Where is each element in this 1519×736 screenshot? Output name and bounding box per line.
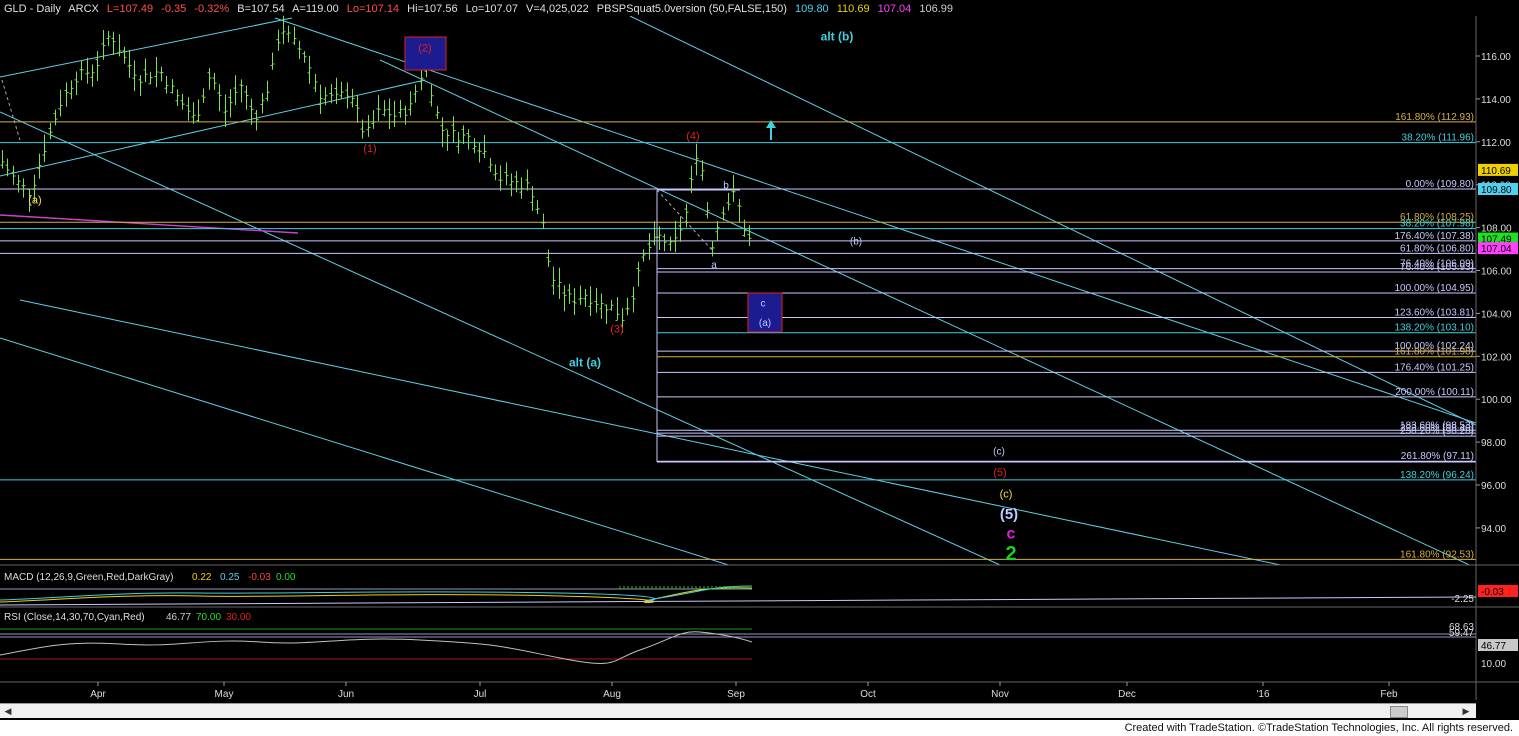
- x-tick-label: '16: [1256, 689, 1269, 700]
- wave-label: (b): [850, 236, 862, 247]
- rsi-right-label: 59.47: [1449, 628, 1474, 639]
- footer-text: Created with TradeStation. ©TradeStation…: [1124, 722, 1513, 734]
- x-tick-label: Oct: [860, 689, 876, 700]
- wave-label: (5): [1000, 506, 1018, 523]
- y-tick-label: 102.00: [1481, 352, 1512, 363]
- change-pct: -0.32%: [194, 3, 230, 15]
- fib-label: 138.20% (103.10): [1394, 323, 1474, 334]
- wave-label: c: [761, 299, 766, 310]
- fib-label: 161.80% (112.93): [1395, 112, 1474, 123]
- footer: Created with TradeStation. ©TradeStation…: [0, 720, 1519, 736]
- low-price: Lo=107.14: [346, 3, 400, 15]
- rsi-value: 46.77: [166, 612, 191, 623]
- rsi-right-label: 10.00: [1481, 659, 1506, 670]
- wave-label: a: [711, 260, 717, 271]
- rsi-value: 70.00: [196, 612, 221, 623]
- x-tick-label: Apr: [90, 689, 106, 700]
- x-tick-label: May: [215, 689, 234, 700]
- rsi-label: RSI (Close,14,30,70,Cyan,Red): [4, 612, 145, 623]
- y-tick-label: 98.00: [1481, 438, 1506, 449]
- wave-label: c: [1007, 525, 1016, 542]
- macd-value: 0.22: [192, 572, 212, 583]
- scroll-right-arrow-icon[interactable]: ▶: [1460, 705, 1472, 717]
- change-value: -0.35: [161, 3, 187, 15]
- y-tick-label: 116.00: [1481, 52, 1511, 63]
- wave-label: (a): [28, 195, 41, 207]
- high-price: Hi=107.56: [407, 3, 458, 15]
- x-tick-label: Dec: [1118, 689, 1136, 700]
- x-tick-label: Nov: [991, 689, 1009, 700]
- fib-label: 100.00% (104.95): [1394, 283, 1474, 294]
- scroll-left-arrow-icon[interactable]: ◀: [2, 705, 14, 717]
- macd-tag-label: -0.03: [1481, 587, 1504, 598]
- x-tick-label: Sep: [727, 689, 745, 700]
- fib-label: 161.80% (101.98): [1394, 347, 1474, 358]
- wave-label: (5): [993, 467, 1006, 479]
- chart-header: GLD - Daily ARCX L=107.49 -0.35 -0.32% B…: [4, 3, 958, 15]
- y-tick-label: 112.00: [1481, 138, 1511, 149]
- fib-label: 138.20% (96.24): [1400, 470, 1474, 481]
- wave-label: (2): [418, 42, 431, 54]
- wave-label: (4): [686, 130, 699, 142]
- y-tick-label: 106.00: [1481, 267, 1512, 278]
- price-chart[interactable]: 161.80% (112.93) 38.20% (111.96) 0.00% (10…: [0, 0, 1519, 736]
- fib-label: 61.80% (106.80): [1400, 243, 1474, 254]
- wave-label: (3): [610, 323, 623, 335]
- wave-label: 2: [1005, 543, 1016, 565]
- macd-right-label: -2.25: [1451, 594, 1474, 605]
- exchange-label: ARCX: [68, 3, 99, 15]
- macd-value: 0.00: [276, 572, 296, 583]
- price-tag-label: 110.69: [1481, 166, 1511, 177]
- study-label: PBSPSquat5.0version (50,FALSE,150): [596, 3, 787, 15]
- ask-price: A=119.00: [292, 3, 339, 15]
- wave-label: (1): [363, 143, 376, 155]
- horizontal-scrollbar[interactable]: ◀ ▶: [0, 703, 1476, 718]
- wave-label: b: [723, 181, 729, 192]
- fib-label: 200.00% (100.11): [1395, 387, 1474, 398]
- x-tick-label: Jun: [338, 689, 354, 700]
- bid-price: B=107.54: [237, 3, 285, 15]
- fib-label: 176.40% (107.38): [1394, 231, 1474, 242]
- symbol-label: GLD - Daily: [4, 3, 61, 15]
- study-value-4: 106.99: [919, 3, 954, 15]
- price-tag-label: 107.04: [1481, 244, 1512, 255]
- price-tag-label: 109.80: [1481, 185, 1512, 196]
- fib-label: 76.40% (105.93): [1400, 262, 1474, 273]
- fib-label: 123.60% (103.81): [1394, 307, 1474, 318]
- low2-price: Lo=107.07: [465, 3, 518, 15]
- y-tick-label: 96.00: [1481, 481, 1506, 492]
- wave-label: (c): [1000, 489, 1013, 501]
- macd-value: 0.25: [220, 572, 240, 583]
- fib-label: 38.20% (107.98): [1400, 219, 1474, 230]
- wave-label: alt (b): [821, 30, 854, 44]
- study-value-3: 107.04: [877, 3, 912, 15]
- fib-label: 238.20% (98.28): [1400, 426, 1474, 437]
- last-price: L=107.49: [106, 3, 154, 15]
- study-value-2: 110.69: [836, 3, 870, 15]
- wave-label: alt (a): [569, 356, 601, 370]
- macd-label: MACD (12,26,9,Green,Red,DarkGray): [4, 572, 174, 583]
- study-value-1: 109.80: [795, 3, 829, 15]
- y-tick-label: 94.00: [1481, 524, 1506, 535]
- wave-label: (a): [759, 318, 771, 329]
- rsi-value: 30.00: [226, 612, 251, 623]
- volume-label: V=4,025,022: [526, 3, 589, 15]
- fib-label: 176.40% (101.25): [1394, 362, 1474, 373]
- rsi-tag-label: 46.77: [1481, 641, 1506, 652]
- fib-label: 261.80% (97.11): [1401, 451, 1474, 462]
- scroll-thumb[interactable]: [1390, 706, 1408, 718]
- fib-label: 38.20% (111.96): [1402, 133, 1474, 144]
- y-tick-label: 100.00: [1481, 395, 1512, 406]
- y-tick-label: 104.00: [1481, 309, 1512, 320]
- y-tick-label: 114.00: [1481, 95, 1511, 106]
- macd-value: -0.03: [248, 572, 271, 583]
- x-tick-label: Aug: [603, 689, 621, 700]
- fib-label: 161.80% (92.53): [1400, 549, 1474, 560]
- x-tick-label: Feb: [1380, 689, 1398, 700]
- x-tick-label: Jul: [474, 689, 487, 700]
- fib-label: 0.00% (109.80): [1406, 179, 1474, 190]
- wave-label: (c): [993, 447, 1005, 458]
